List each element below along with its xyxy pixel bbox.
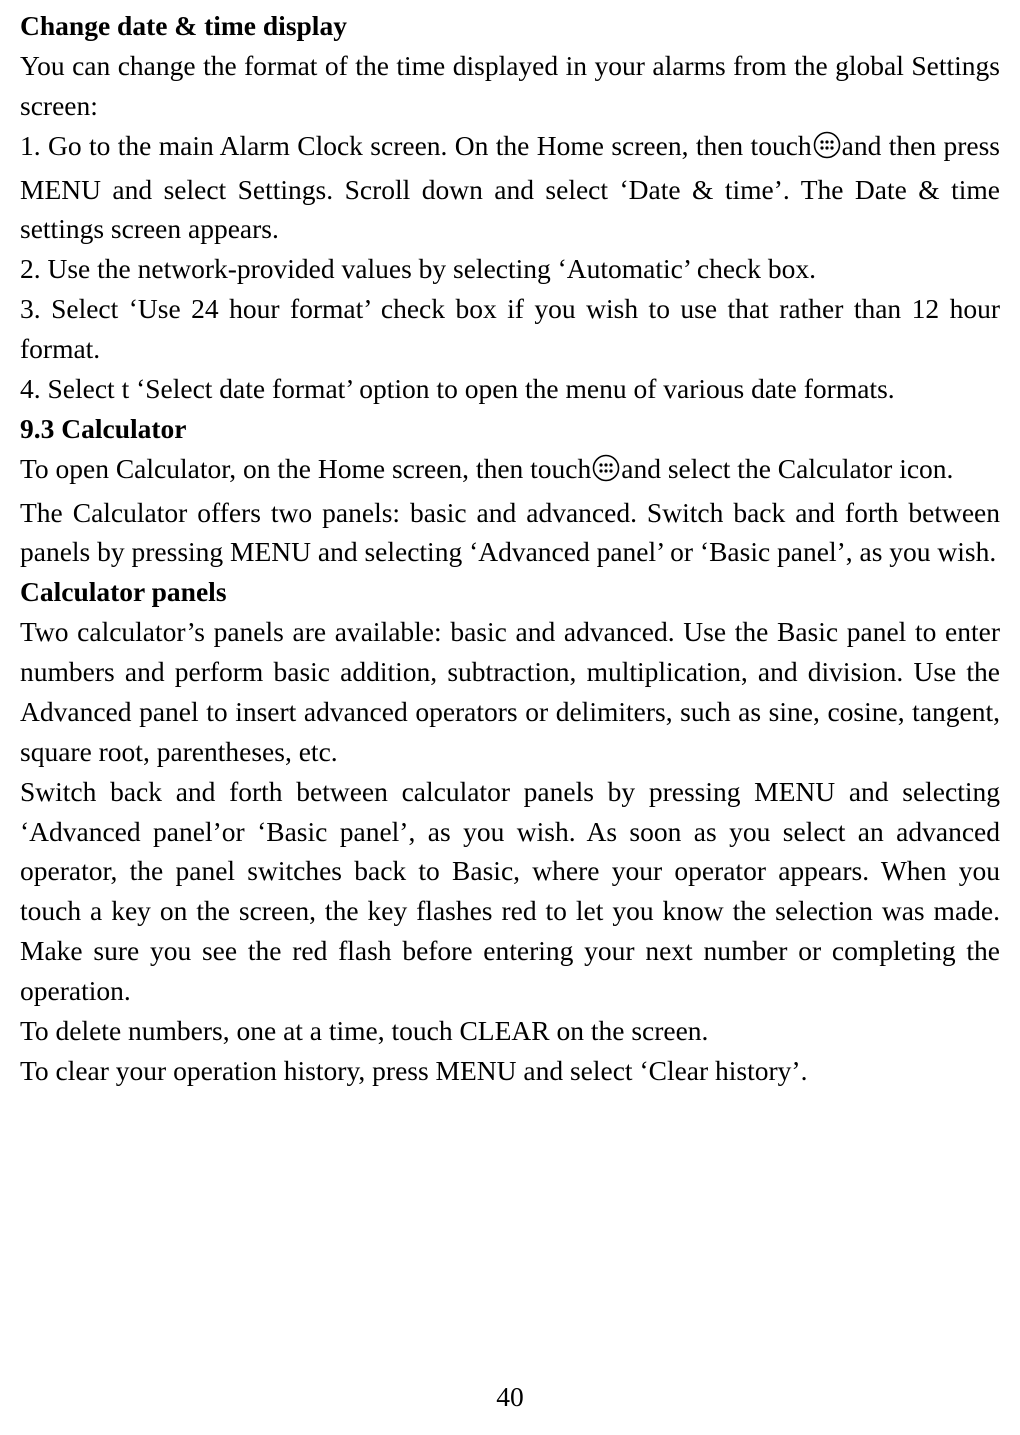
heading-change-date-time: Change date & time display: [20, 6, 1000, 46]
paragraph-intro: You can change the format of the time di…: [20, 46, 1000, 126]
step-4: 4. Select t ‘Select date format’ option …: [20, 369, 1000, 409]
calc-text-b: and select the Calculator icon.: [621, 453, 953, 484]
heading-calculator: 9.3 Calculator: [20, 409, 1000, 449]
document-page: Change date & time display You can chang…: [0, 0, 1020, 1435]
calc-panels-p2: Switch back and forth between calculator…: [20, 772, 1000, 1011]
calc-panels-p1: Two calculator’s panels are available: b…: [20, 612, 1000, 772]
step-2: 2. Use the network-provided values by se…: [20, 249, 1000, 289]
calc-text-a: To open Calculator, on the Home screen, …: [20, 453, 591, 484]
calc-panels-p4: To clear your operation history, press M…: [20, 1051, 1000, 1091]
calculator-panels-intro: The Calculator offers two panels: basic …: [20, 493, 1000, 573]
page-number: 40: [0, 1377, 1020, 1417]
apps-icon: [813, 130, 841, 170]
step-1: 1. Go to the main Alarm Clock screen. On…: [20, 126, 1000, 250]
step-1-text-a: 1. Go to the main Alarm Clock screen. On…: [20, 130, 812, 161]
heading-calculator-panels: Calculator panels: [20, 572, 1000, 612]
step-3: 3. Select ‘Use 24 hour format’ check box…: [20, 289, 1000, 369]
calc-panels-p3: To delete numbers, one at a time, touch …: [20, 1011, 1000, 1051]
apps-icon: [592, 453, 620, 493]
calculator-open: To open Calculator, on the Home screen, …: [20, 449, 1000, 493]
